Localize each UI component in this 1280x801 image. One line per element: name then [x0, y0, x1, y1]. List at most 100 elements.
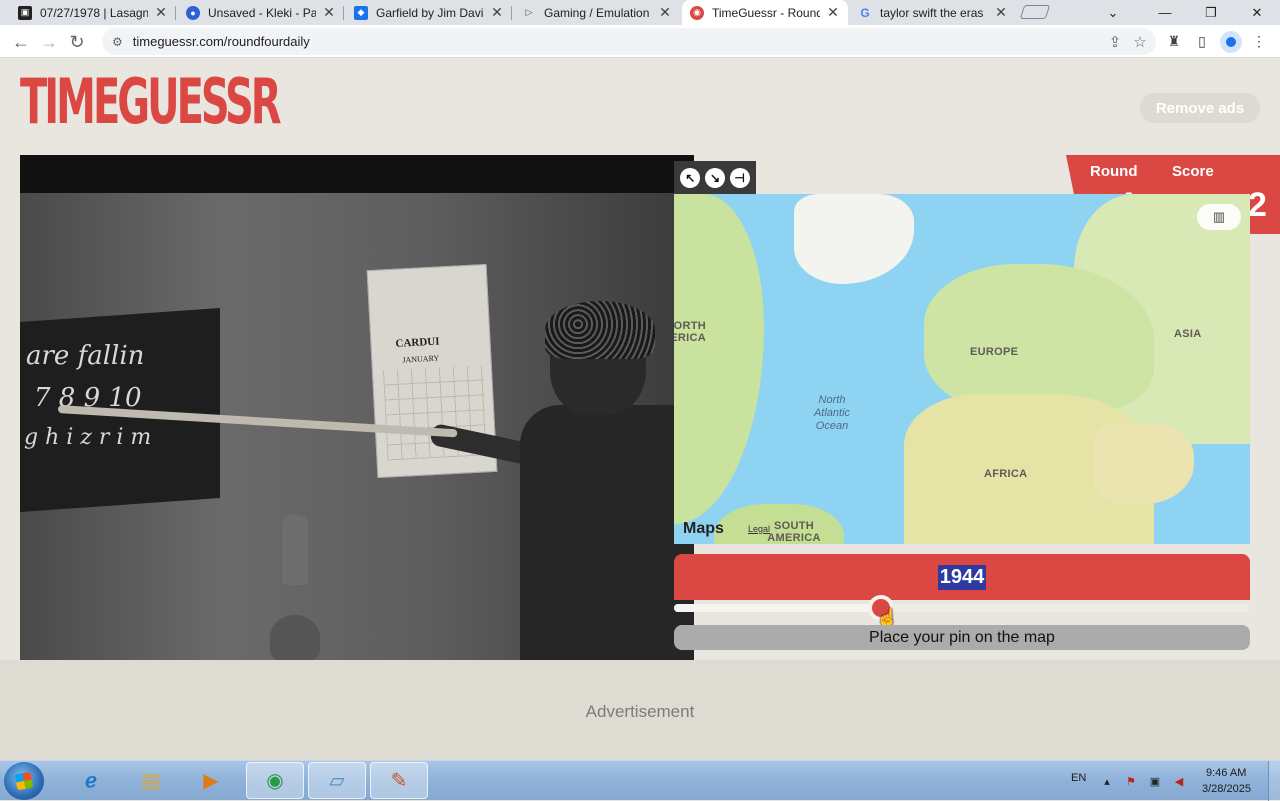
photo-body — [520, 405, 694, 660]
windows-logo-icon — [14, 771, 34, 791]
photo-chalk-text: g h i z r i m — [24, 425, 152, 450]
apple-maps-logo: Maps — [683, 520, 724, 538]
close-tab-icon[interactable]: ✕ — [994, 4, 1008, 21]
map-controls: ↖ ↘ ⊣ — [674, 161, 756, 194]
photo-top-strip — [20, 155, 694, 193]
play-icon: ▷ — [525, 7, 533, 17]
world-map[interactable]: EUROPE ASIA AFRICA SOUTH AMERICA NORTH A… — [674, 194, 1250, 544]
clock-time[interactable]: 9:46 AM — [1206, 767, 1246, 779]
browser-tab-4[interactable]: ▷ Gaming / Emulation ✕ — [514, 0, 680, 25]
internet-explorer-icon[interactable]: ℯ — [62, 762, 120, 799]
profile-avatar-icon[interactable] — [1220, 31, 1242, 53]
tab-favicon-icon: ▣ — [18, 5, 32, 20]
tab-title: taylor swift the eras — [880, 5, 984, 20]
side-panel-icon[interactable]: ▯ — [1192, 31, 1212, 51]
map-label-south-america: SOUTH AMERICA — [767, 520, 821, 544]
browser-tab-active[interactable]: ◉ TimeGuessr - Round 4 ✕ — [682, 0, 848, 25]
address-bar[interactable]: ⚙ timeguessr.com/roundfourdaily — [102, 28, 1156, 55]
map-ocean-label: North Atlantic Ocean — [813, 394, 851, 432]
map-north-america — [674, 194, 764, 524]
tab-favicon-icon: ● — [186, 5, 200, 20]
score-value: 2 — [1248, 186, 1267, 224]
browser-toolbar: ← → ↻ ⚙ timeguessr.com/roundfourdaily ⇪ … — [0, 25, 1280, 58]
chrome-taskbar-icon[interactable]: ◉ — [246, 762, 304, 799]
map-label-africa: AFRICA — [984, 468, 1028, 480]
year-value: 1944 — [937, 564, 987, 590]
minimize-button[interactable]: — — [1142, 0, 1188, 25]
map-label-asia: ASIA — [1174, 328, 1202, 340]
photo-headscarf — [545, 301, 655, 359]
close-tab-icon[interactable]: ✕ — [658, 4, 672, 21]
file-explorer-icon[interactable]: ▤ — [122, 762, 180, 799]
tab-title: Gaming / Emulation — [544, 5, 650, 20]
browser-tab-1[interactable]: ▣ 07/27/1978 | Lasagna ✕ — [10, 0, 176, 25]
tab-title: Unsaved - Kleki - Paint — [208, 5, 316, 20]
notebook-taskbar-icon[interactable]: ▱ — [308, 762, 366, 799]
bookmark-star-icon[interactable]: ☆ — [1129, 28, 1151, 55]
close-tab-icon[interactable]: ✕ — [490, 4, 504, 21]
map-greenland — [794, 194, 914, 284]
globe-icon: ◉ — [690, 5, 704, 20]
page: TIMEGUESSR Remove ads are fallin 7 8 9 1… — [0, 58, 1280, 760]
year-display: 1944 — [674, 554, 1250, 600]
back-icon[interactable]: ← — [9, 30, 33, 54]
show-desktop-button[interactable] — [1268, 761, 1280, 801]
photo-teacher — [429, 301, 694, 660]
paint-taskbar-icon[interactable]: ✎ — [370, 762, 428, 799]
action-center-icon[interactable]: ⚑ — [1124, 774, 1138, 788]
start-button[interactable] — [4, 762, 44, 800]
map-label-north-america: NORTH AMERICA — [674, 320, 706, 344]
new-tab-button[interactable] — [1019, 5, 1051, 19]
browser-tab-2[interactable]: ● Unsaved - Kleki - Paint ✕ — [178, 0, 344, 25]
tab-strip: ▣ 07/27/1978 | Lasagna ✕ ● Unsaved - Kle… — [0, 0, 1280, 25]
windows-taskbar: ℯ ▤ ▶ ◉ ▱ ✎ EN ▴ ⚑ ▣ ◀ 9:46 AM 3/28/2025 — [0, 760, 1280, 801]
close-window-button[interactable]: ✕ — [1234, 0, 1280, 25]
media-player-icon[interactable]: ▶ — [182, 762, 240, 799]
maps-legal-link[interactable]: Legal — [748, 524, 770, 534]
historical-photo: are fallin 7 8 9 10 g h i z r i m CARDUI… — [20, 155, 694, 660]
map-arabia — [1094, 424, 1194, 504]
share-icon[interactable]: ⇪ — [1104, 28, 1126, 55]
maps-brand-text: Maps — [683, 520, 724, 537]
volume-icon[interactable]: ◀ — [1172, 774, 1186, 788]
shrink-map-icon[interactable]: ↘ — [704, 167, 725, 188]
photo-oil-lamp — [270, 515, 320, 660]
calendar-month: JANUARY — [402, 353, 440, 365]
advertisement-area: Advertisement — [0, 660, 1280, 760]
round-label: Round — [1090, 163, 1138, 180]
calendar-brand: CARDUI — [395, 335, 440, 350]
extension-icon[interactable]: ♜ — [1164, 31, 1184, 51]
tab-search-icon[interactable]: ⌄ — [1090, 0, 1136, 25]
pin-map-icon[interactable]: ⊣ — [729, 167, 750, 188]
remove-ads-button[interactable]: Remove ads — [1140, 93, 1260, 123]
tab-title: 07/27/1978 | Lasagna — [40, 5, 148, 20]
close-tab-icon[interactable]: ✕ — [322, 4, 336, 21]
reload-icon[interactable]: ↻ — [65, 30, 89, 54]
network-icon[interactable]: ▣ — [1148, 774, 1162, 788]
place-pin-button[interactable]: Place your pin on the map — [674, 625, 1250, 650]
clock-date[interactable]: 3/28/2025 — [1202, 783, 1251, 795]
year-slider[interactable] — [674, 604, 1250, 612]
url-text: timeguessr.com/roundfourdaily — [132, 34, 310, 49]
tray-expand-icon[interactable]: ▴ — [1100, 774, 1114, 788]
browser-tab-3[interactable]: ◆ Garfield by Jim Davis ✕ — [346, 0, 512, 25]
close-tab-icon[interactable]: ✕ — [154, 4, 168, 21]
tab-title: TimeGuessr - Round 4 — [712, 5, 820, 20]
shield-icon: ◆ — [354, 5, 368, 20]
map-europe — [924, 264, 1154, 414]
forward-icon[interactable]: → — [37, 30, 61, 54]
score-label: Score — [1172, 163, 1214, 180]
browser-tab-6[interactable]: G taylor swift the eras ✕ — [850, 0, 1016, 25]
restore-button[interactable]: ❐ — [1188, 0, 1234, 25]
advertisement-label: Advertisement — [585, 702, 695, 721]
map-type-icon[interactable]: ▥ — [1197, 204, 1241, 230]
tab-title: Garfield by Jim Davis — [376, 5, 484, 20]
menu-kebab-icon[interactable]: ⋮ — [1249, 31, 1269, 51]
year-slider-fill — [674, 604, 882, 612]
language-indicator[interactable]: EN — [1071, 772, 1086, 784]
close-tab-icon[interactable]: ✕ — [826, 4, 840, 21]
expand-map-icon[interactable]: ↖ — [680, 167, 701, 188]
site-info-icon[interactable]: ⚙ — [112, 35, 123, 49]
map-label-europe: EUROPE — [970, 346, 1019, 358]
google-icon: G — [860, 5, 870, 20]
